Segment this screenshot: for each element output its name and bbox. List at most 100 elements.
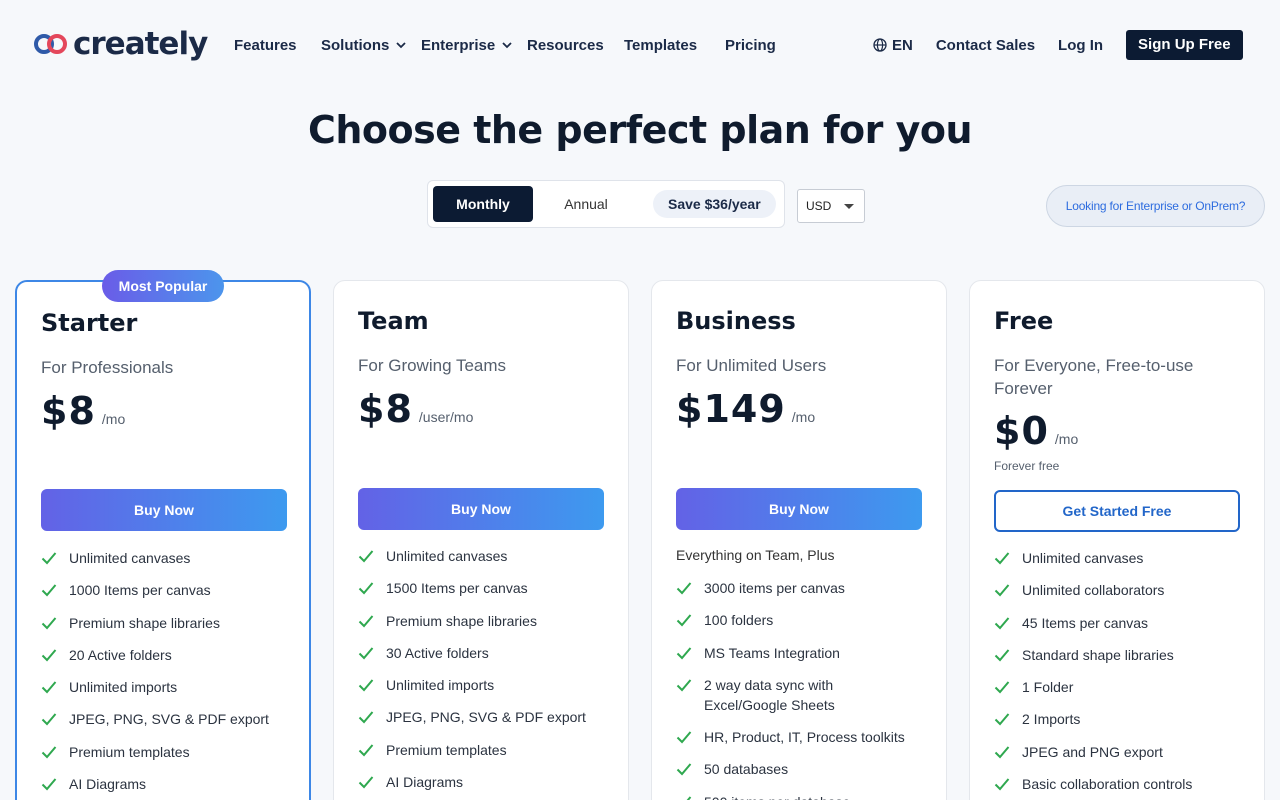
- feature-text: 2 Imports: [1022, 711, 1081, 728]
- feature-item: Unlimited imports: [41, 677, 291, 697]
- billing-monthly-tab[interactable]: Monthly: [433, 186, 533, 222]
- feature-text: Unlimited canvases: [69, 550, 191, 566]
- creately-logo[interactable]: creately: [33, 26, 208, 62]
- get-started-free-button[interactable]: Get Started Free: [994, 490, 1240, 532]
- currency-value: USD: [806, 199, 832, 213]
- plan-card-business: Business For Unlimited Users $149 /mo Bu…: [651, 280, 947, 800]
- check-icon: [358, 647, 374, 660]
- plan-card-free: Free For Everyone, Free-to-use Forever $…: [969, 280, 1265, 800]
- feature-text: MS Teams Integration: [704, 644, 840, 661]
- feature-item: Premium templates: [41, 742, 291, 762]
- nav-resources[interactable]: Resources: [527, 34, 624, 56]
- nav-templates[interactable]: Templates: [624, 34, 725, 56]
- feature-item: 2 way data sync with Excel/Google Sheets: [676, 675, 866, 715]
- brand-name: creately: [73, 26, 208, 62]
- price-amount: $8: [358, 387, 413, 431]
- feature-item: Premium templates: [358, 740, 608, 760]
- buy-now-button[interactable]: Buy Now: [358, 488, 604, 530]
- check-icon: [41, 649, 57, 662]
- plan-price: $149 /mo: [676, 387, 815, 431]
- feature-text: Unlimited collaborators: [1022, 582, 1165, 599]
- feature-text: 3000 items per canvas: [704, 580, 845, 596]
- price-period: /mo: [1054, 431, 1079, 447]
- feature-text: Premium shape libraries: [69, 614, 220, 631]
- most-popular-badge: Most Popular: [102, 270, 224, 302]
- feature-text: AI Diagrams: [69, 776, 147, 793]
- feature-item: 45 Items per canvas: [994, 613, 1244, 633]
- plan-intro: Everything on Team, Plus: [676, 547, 835, 563]
- plan-subtitle: For Everyone, Free-to-use Forever: [994, 356, 1194, 398]
- plan-subtitle: For Growing Teams: [358, 356, 507, 375]
- feature-text: JPEG, PNG, SVG & PDF export: [386, 709, 586, 726]
- feature-item: 1500 Items per canvas: [358, 578, 608, 598]
- contact-sales-link[interactable]: Contact Sales: [936, 34, 1035, 56]
- feature-item: Basic collaboration controls: [994, 774, 1244, 794]
- feature-item: 3000 items per canvas: [676, 578, 926, 598]
- check-icon: [994, 552, 1010, 565]
- feature-text: HR, Product, IT, Process toolkits: [704, 729, 905, 746]
- check-icon: [41, 552, 57, 565]
- feature-text: Premium shape libraries: [386, 612, 537, 629]
- billing-toggle: Monthly Annual Save $36/year: [427, 180, 785, 228]
- feature-text: 1 Folder: [1022, 679, 1074, 696]
- nav-right: EN Contact Sales Log In Sign Up Free: [873, 30, 1243, 60]
- check-icon: [994, 713, 1010, 726]
- check-icon: [676, 646, 692, 660]
- check-icon: [686, 796, 692, 800]
- check-icon: [41, 746, 57, 759]
- check-icon: [358, 614, 374, 628]
- plan-name: Team: [358, 307, 429, 335]
- check-icon: [358, 679, 374, 692]
- feature-item: AI Diagrams: [358, 772, 608, 792]
- page-title: Choose the perfect plan for you: [307, 108, 973, 152]
- feature-text: Standard shape libraries: [1022, 646, 1174, 663]
- feature-text: Premium templates: [69, 743, 190, 760]
- currency-select[interactable]: USD: [797, 189, 865, 223]
- feature-item: JPEG, PNG, SVG & PDF export: [358, 707, 608, 727]
- feature-item: Unlimited collaborators: [994, 580, 1244, 600]
- feature-text: 50 databases: [704, 761, 789, 778]
- feature-text: Unlimited imports: [386, 677, 495, 694]
- billing-annual-tab[interactable]: Annual: [546, 186, 626, 222]
- check-icon: [994, 649, 1010, 662]
- price-amount: $8: [41, 389, 96, 433]
- feature-list: Unlimited canvases 1500 Items per canvas…: [358, 546, 608, 800]
- check-icon: [41, 584, 57, 597]
- price-amount: $149: [676, 387, 786, 431]
- check-icon: [994, 746, 1010, 759]
- nav-pricing[interactable]: Pricing: [725, 34, 776, 56]
- feature-text: Unlimited canvases: [386, 548, 508, 564]
- feature-text: Unlimited canvases: [1022, 550, 1144, 566]
- login-link[interactable]: Log In: [1058, 34, 1103, 56]
- buy-now-button[interactable]: Buy Now: [41, 489, 287, 531]
- nav-features[interactable]: Features: [234, 34, 321, 56]
- feature-item: 30 Active folders: [358, 643, 608, 663]
- creately-logo-icon: [34, 34, 67, 54]
- feature-text: 500 items per database: [704, 792, 850, 800]
- plan-price: $8 /mo: [41, 389, 125, 433]
- check-icon: [358, 582, 374, 595]
- feature-text: 20 Active folders: [69, 646, 172, 663]
- nav-enterprise-label: Enterprise: [421, 36, 496, 54]
- feature-item: Premium shape libraries: [358, 611, 608, 631]
- forever-free-note: Forever free: [994, 459, 1060, 473]
- feature-item: AI Diagrams: [41, 774, 291, 794]
- language-selector[interactable]: EN: [873, 37, 913, 54]
- check-icon: [676, 763, 692, 776]
- signup-button[interactable]: Sign Up Free: [1126, 30, 1243, 60]
- check-icon: [358, 776, 374, 789]
- buy-now-button[interactable]: Buy Now: [676, 488, 922, 530]
- enterprise-onprem-link[interactable]: Looking for Enterprise or OnPrem?: [1046, 185, 1265, 227]
- feature-item: Unlimited imports: [358, 675, 608, 695]
- nav-solutions-label: Solutions: [321, 36, 390, 54]
- feature-list: Unlimited canvases Unlimited collaborato…: [994, 548, 1244, 800]
- feature-item: 2 Imports: [994, 709, 1244, 729]
- feature-item: MS Teams Integration: [676, 643, 926, 663]
- check-icon: [994, 616, 1010, 630]
- feature-item: JPEG and PNG export: [994, 742, 1244, 762]
- feature-text: Unlimited imports: [69, 679, 178, 696]
- nav-solutions[interactable]: Solutions: [321, 34, 421, 56]
- check-icon: [676, 731, 692, 744]
- nav-enterprise[interactable]: Enterprise: [421, 34, 527, 56]
- nav-templates-label: Templates: [624, 36, 698, 54]
